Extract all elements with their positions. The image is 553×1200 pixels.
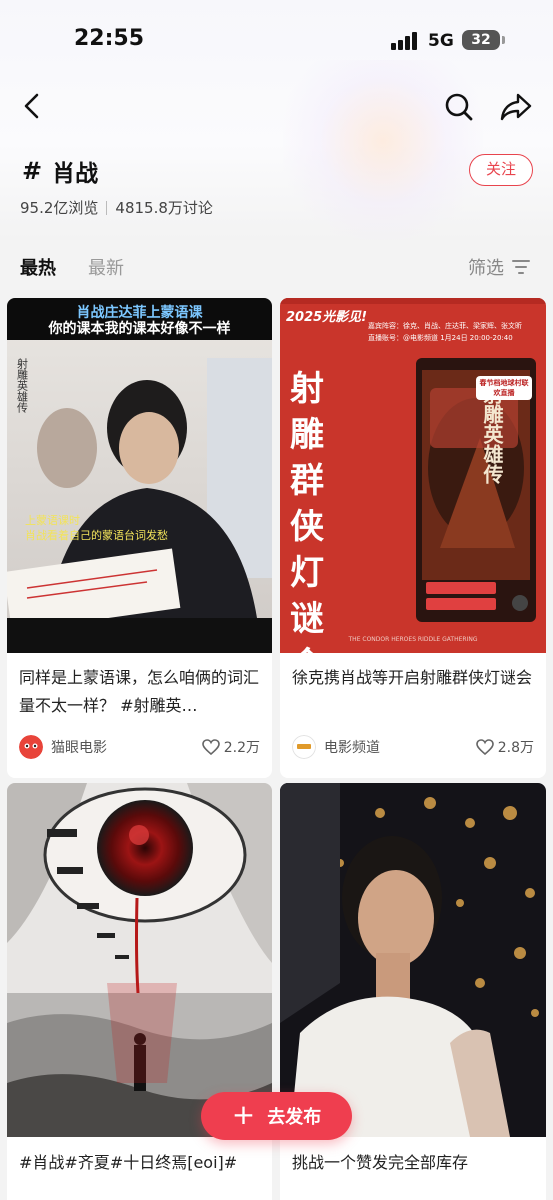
filter-button[interactable]: 筛选 — [468, 254, 530, 280]
publish-label: 去发布 — [267, 1107, 322, 1128]
author-avatar[interactable] — [292, 735, 316, 759]
author-avatar[interactable] — [19, 735, 43, 759]
author-name[interactable]: 猫眼电影 — [51, 737, 107, 757]
like-button[interactable]: 2.2万 — [201, 737, 260, 757]
publish-button[interactable]: + 去发布 — [201, 1092, 352, 1140]
views-count: 95.2亿浏览 — [20, 199, 99, 217]
sort-tabs: 最热 最新 — [20, 254, 124, 280]
post-title: 同样是上蒙语课，怎么咱俩的词汇量不太一样？ #射雕英… — [19, 668, 260, 715]
post-cover-image: 射雕英雄传 肖战庄达菲上蒙语课 你的课本我的课本好像不一样 上蒙语课时 肖战看着… — [7, 298, 272, 653]
header-decoration — [283, 60, 483, 240]
network-type: 5G — [428, 31, 454, 51]
status-bar: 22:55 5G 32 — [0, 0, 553, 80]
heart-icon — [201, 739, 220, 755]
stats-divider — [106, 200, 108, 215]
filter-label: 筛选 — [468, 258, 504, 279]
hashtag-symbol: # — [22, 157, 43, 185]
post-cover-image — [280, 783, 546, 1137]
tab-hot[interactable]: 最热 — [20, 254, 56, 280]
follow-button[interactable]: 关注 — [469, 154, 533, 186]
post-card[interactable]: 射雕英雄传 肖战庄达菲上蒙语课 你的课本我的课本好像不一样 上蒙语课时 肖战看着… — [7, 298, 272, 778]
post-card[interactable]: 2025光影见! 嘉宾阵容：徐克、肖战、庄达菲、梁家辉、张文昕 直播账号：@电影… — [280, 298, 546, 778]
cover-vertical-title: 射雕群侠灯谜会 — [290, 369, 324, 653]
cover-live-info: 直播账号：@电影频道 1月24日 20:00-20:40 — [368, 334, 513, 342]
cover-spring-badge: 春节档地球村联欢直播 — [476, 376, 532, 400]
post-cover-image: 2025光影见! 嘉宾阵容：徐克、肖战、庄达菲、梁家辉、张文昕 直播账号：@电影… — [280, 298, 546, 653]
heart-icon — [475, 739, 494, 755]
back-icon[interactable] — [20, 92, 44, 120]
like-button[interactable]: 2.8万 — [475, 737, 534, 757]
cover-guests: 嘉宾阵容：徐克、肖战、庄达菲、梁家辉、张文昕 — [368, 322, 522, 330]
filter-icon — [512, 260, 530, 274]
like-count: 2.2万 — [223, 740, 260, 756]
battery-icon: 32 — [462, 30, 500, 50]
topic-name: 肖战 — [52, 161, 99, 187]
author-name[interactable]: 电影频道 — [324, 737, 380, 757]
post-title: #肖战#齐夏#十日终焉[eoi]# — [19, 1153, 238, 1172]
cover-footer: THE CONDOR HEROES RIDDLE GATHERING — [348, 636, 478, 643]
plus-icon: + — [231, 1097, 256, 1131]
post-title: 挑战一个赞发完全部库存 — [292, 1153, 469, 1172]
topic-stats: 95.2亿浏览 4815.8万讨论 — [20, 197, 213, 218]
cover-poster-title: 射雕英雄传 — [480, 384, 504, 484]
status-time: 22:55 — [74, 26, 145, 51]
discussions-count: 4815.8万讨论 — [115, 199, 213, 217]
post-cover-image — [7, 783, 272, 1137]
share-icon[interactable] — [500, 92, 532, 122]
topic-title: # 肖战 — [22, 154, 98, 188]
post-title: 徐克携肖战等开启射雕群侠灯谜会 — [292, 668, 533, 687]
cover-subheadline: 你的课本我的课本好像不一样 — [48, 321, 231, 337]
post-meta: 猫眼电影 2.2万 — [19, 735, 260, 759]
post-meta: 电影频道 2.8万 — [292, 735, 534, 759]
cover-tag: 2025光影见! — [286, 310, 368, 325]
cover-caption-1: 上蒙语课时 — [25, 514, 80, 527]
like-count: 2.8万 — [497, 740, 534, 756]
svg-text:射雕英雄传: 射雕英雄传 — [16, 357, 29, 414]
cover-caption-2: 肖战看着自己的蒙语台词发愁 — [25, 529, 168, 542]
tab-latest[interactable]: 最新 — [88, 254, 124, 280]
signal-icon — [391, 30, 421, 50]
search-icon[interactable] — [444, 92, 474, 122]
battery-tip — [502, 36, 505, 44]
